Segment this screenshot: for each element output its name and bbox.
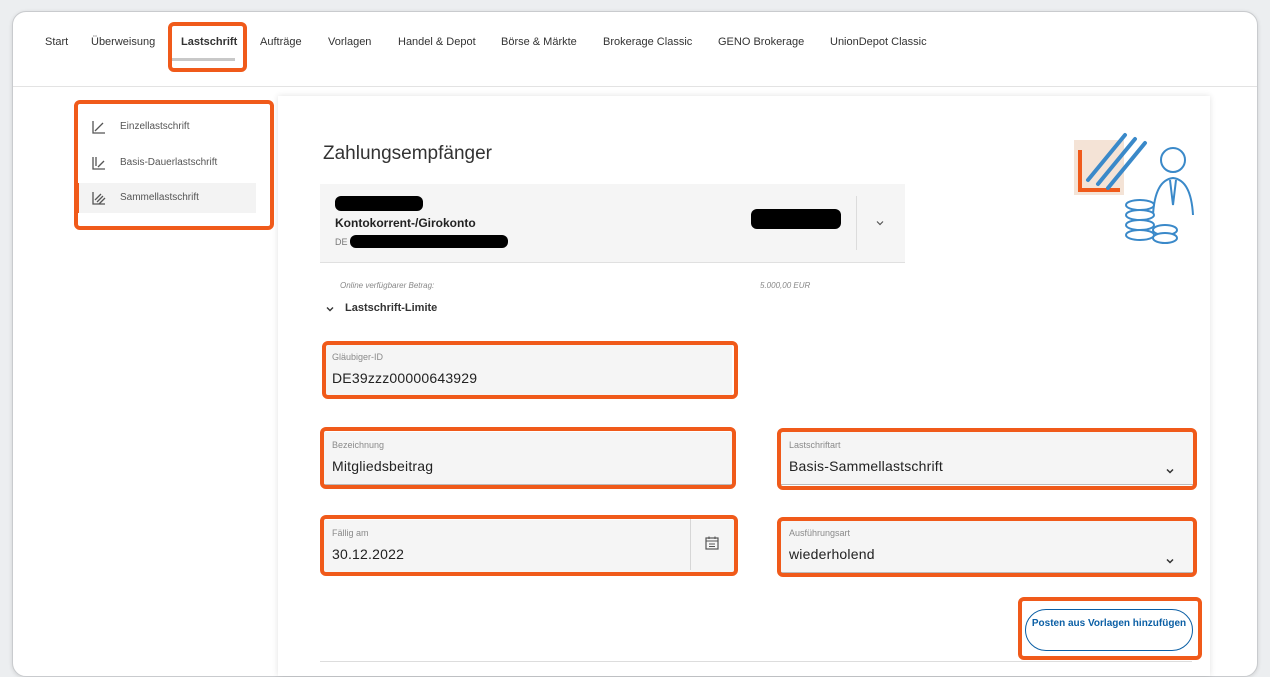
chevron-down-icon[interactable]: [875, 218, 885, 228]
top-navigation: [13, 12, 1257, 87]
nav-uniondepot-classic[interactable]: UnionDepot Classic: [830, 36, 927, 48]
chevron-down-icon[interactable]: [325, 304, 335, 314]
nav-brokerage-classic[interactable]: Brokerage Classic: [603, 36, 692, 48]
single-debit-icon: [92, 121, 105, 134]
redacted-balance: [751, 209, 841, 229]
add-from-templates-button[interactable]: Posten aus Vorlagen hinzufügen: [1025, 609, 1193, 651]
redacted-iban: [350, 235, 508, 248]
faellig-am-label: Fällig am: [332, 528, 369, 538]
nav-boerse-maerkte[interactable]: Börse & Märkte: [501, 36, 577, 48]
bezeichnung-value: Mitgliedsbeitrag: [332, 458, 434, 474]
nav-geno-brokerage[interactable]: GENO Brokerage: [718, 36, 804, 48]
sidebar-item-sammellastschrift[interactable]: Sammellastschrift: [76, 183, 256, 213]
nav-auftraege[interactable]: Aufträge: [260, 36, 302, 48]
faellig-am-value: 30.12.2022: [332, 546, 405, 562]
chevron-down-icon[interactable]: [1165, 466, 1175, 476]
bezeichnung-label: Bezeichnung: [332, 440, 385, 450]
redacted-account-holder: [335, 196, 423, 211]
sidebar-item-label: Basis-Dauerlastschrift: [120, 157, 218, 168]
ausfuehrungsart-select[interactable]: Ausführungsart wiederholend: [781, 520, 1193, 573]
collective-debit-icon: [92, 192, 106, 205]
ausfuehrungsart-value: wiederholend: [789, 546, 875, 562]
lastschriftart-label: Lastschriftart: [789, 440, 841, 450]
glaeubiger-id-label: Gläubiger-ID: [332, 352, 384, 362]
bezeichnung-field[interactable]: Bezeichnung Mitgliedsbeitrag: [324, 432, 732, 485]
glaeubiger-id-value: DE39zzz00000643929: [332, 370, 478, 386]
sidebar-item-label: Einzellastschrift: [120, 121, 190, 132]
nav-handel-depot[interactable]: Handel & Depot: [398, 36, 476, 48]
nav-lastschrift[interactable]: Lastschrift: [181, 36, 237, 48]
debit-illustration-icon: [1074, 133, 1194, 244]
active-tab-indicator: [169, 58, 235, 61]
standing-debit-icon: [92, 157, 105, 170]
nav-ueberweisung[interactable]: Überweisung: [91, 36, 155, 48]
nav-vorlagen[interactable]: Vorlagen: [328, 36, 371, 48]
account-iban-prefix: DE: [335, 237, 348, 247]
available-amount-value: 5.000,00 EUR: [760, 281, 811, 290]
lastschrift-limite-toggle[interactable]: Lastschrift-Limite: [345, 302, 437, 314]
lastschriftart-value: Basis-Sammellastschrift: [789, 458, 943, 474]
available-amount-label: Online verfügbarer Betrag:: [340, 281, 435, 290]
account-selector-divider: [856, 196, 857, 250]
chevron-down-icon[interactable]: [1165, 556, 1175, 566]
calendar-icon: [705, 536, 719, 550]
ausfuehrungsart-label: Ausführungsart: [789, 528, 851, 538]
glaeubiger-id-field[interactable]: Gläubiger-ID DE39zzz00000643929: [324, 344, 732, 397]
sidebar-item-basis-dauerlastschrift[interactable]: Basis-Dauerlastschrift: [76, 148, 256, 178]
sidebar-item-einzellastschrift[interactable]: Einzellastschrift: [76, 112, 256, 142]
account-type: Kontokorrent-/Girokonto: [335, 216, 476, 230]
nav-start[interactable]: Start: [45, 36, 68, 48]
section-divider: [320, 661, 1192, 662]
page-title: Zahlungsempfänger: [323, 143, 492, 164]
faellig-am-field[interactable]: Fällig am 30.12.2022: [324, 520, 734, 573]
lastschriftart-select[interactable]: Lastschriftart Basis-Sammellastschrift: [781, 432, 1193, 485]
calendar-button[interactable]: [690, 518, 735, 570]
sidebar-item-label: Sammellastschrift: [120, 192, 199, 203]
